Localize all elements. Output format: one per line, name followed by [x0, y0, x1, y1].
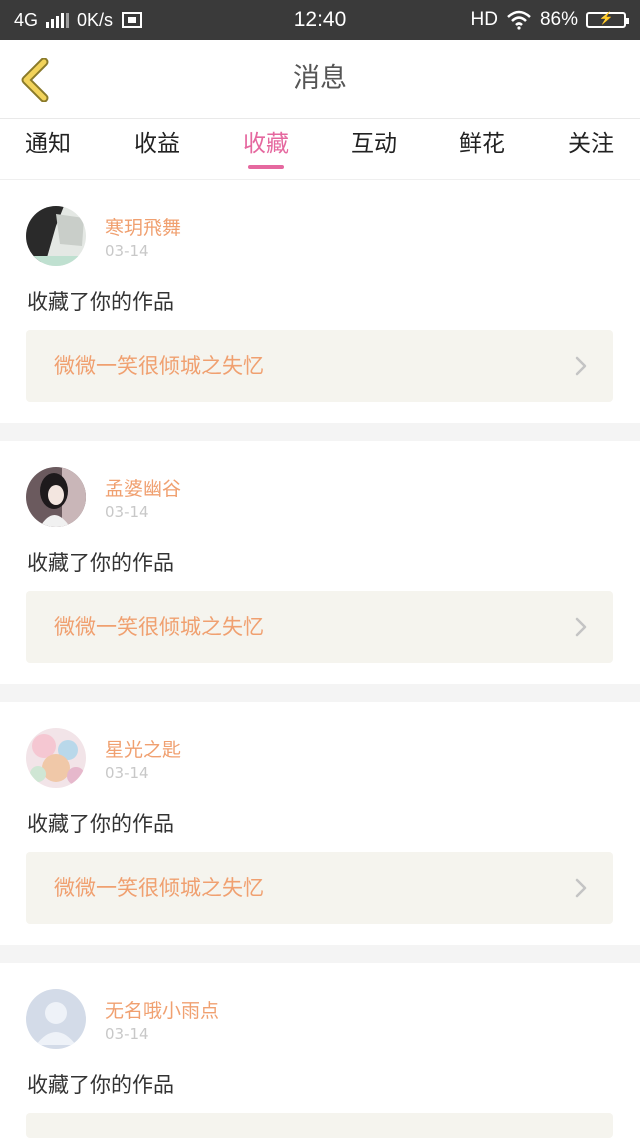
user-avatar[interactable] — [26, 206, 86, 266]
tab-following[interactable]: 关注 — [541, 119, 640, 179]
tab-notice[interactable]: 通知 — [0, 119, 98, 179]
wifi-icon — [507, 10, 531, 30]
page-title: 消息 — [293, 63, 347, 94]
chevron-right-icon — [575, 617, 587, 637]
tab-interaction[interactable]: 互动 — [324, 119, 424, 179]
chevron-right-icon — [575, 356, 587, 376]
notification-date: 03-14 — [105, 503, 149, 521]
work-link[interactable]: 微微一笑很倾城之失忆 — [26, 852, 613, 924]
notification-card: 星光之匙 03-14 收藏了你的作品 微微一笑很倾城之失忆 — [0, 702, 640, 945]
username[interactable]: 无名哦小雨点 — [105, 996, 219, 1023]
username[interactable]: 孟婆幽谷 — [105, 474, 181, 501]
user-avatar[interactable] — [26, 728, 86, 788]
chevron-right-icon — [575, 878, 587, 898]
work-link[interactable] — [26, 1113, 613, 1138]
notification-date: 03-14 — [105, 764, 149, 782]
tab-favorites-label: 收藏 — [243, 131, 289, 157]
tab-bar: 通知 收益 收藏 互动 鲜花 关注 — [0, 119, 640, 180]
notification-date: 03-14 — [105, 242, 149, 260]
hd-indicator: HD — [470, 9, 498, 30]
top-bar: 消息 — [0, 40, 640, 119]
notification-card: 孟婆幽谷 03-14 收藏了你的作品 微微一笑很倾城之失忆 — [0, 441, 640, 684]
notification-text: 收藏了你的作品 — [27, 551, 174, 575]
work-title: 微微一笑很倾城之失忆 — [54, 354, 264, 378]
work-link[interactable]: 微微一笑很倾城之失忆 — [26, 330, 613, 402]
work-title: 微微一笑很倾城之失忆 — [54, 876, 264, 900]
battery-level: 86% — [539, 9, 578, 30]
work-title: 微微一笑很倾城之失忆 — [54, 615, 264, 639]
notification-text: 收藏了你的作品 — [27, 812, 174, 836]
notification-text: 收藏了你的作品 — [27, 290, 174, 314]
notification-card: 无名哦小雨点 03-14 收藏了你的作品 — [0, 963, 640, 1138]
tab-earnings[interactable]: 收益 — [107, 119, 207, 179]
default-avatar-icon[interactable] — [26, 989, 86, 1049]
battery-icon: ⚡ — [586, 11, 629, 28]
user-avatar[interactable] — [26, 467, 86, 527]
work-link[interactable]: 微微一笑很倾城之失忆 — [26, 591, 613, 663]
tab-flowers[interactable]: 鲜花 — [432, 119, 532, 179]
tab-favorites[interactable]: 收藏 — [216, 119, 316, 179]
notification-card: 寒玥飛舞 03-14 收藏了你的作品 微微一笑很倾城之失忆 — [0, 180, 640, 423]
username[interactable]: 寒玥飛舞 — [105, 213, 181, 240]
username[interactable]: 星光之匙 — [105, 735, 181, 762]
notification-text: 收藏了你的作品 — [27, 1073, 174, 1097]
active-tab-indicator — [248, 165, 284, 169]
notification-date: 03-14 — [105, 1025, 149, 1043]
status-bar: 4G 0K/s 12:40 HD 86% ⚡ — [0, 0, 640, 40]
